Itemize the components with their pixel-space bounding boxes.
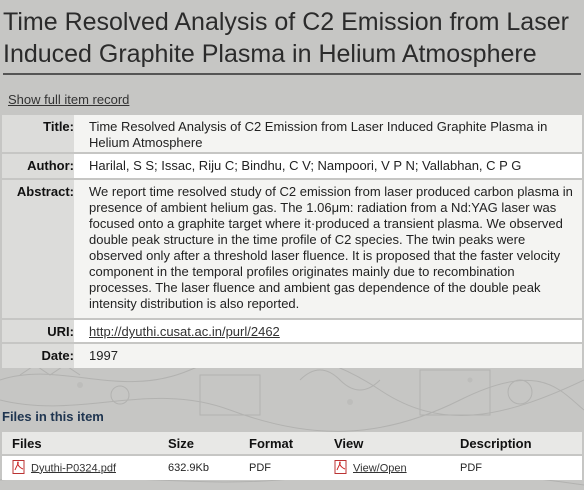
file-format: PDF bbox=[249, 462, 271, 474]
column-header-description: Description bbox=[460, 435, 532, 451]
metadata-row-title: Title: Time Resolved Analysis of C2 Emis… bbox=[2, 115, 582, 152]
files-table-header: Files Size Format View Description bbox=[2, 432, 582, 454]
title-divider bbox=[3, 73, 581, 75]
view-cell: View/Open bbox=[334, 459, 460, 477]
files-table: Files Size Format View Description Dyuth… bbox=[2, 432, 582, 480]
metadata-value: Time Resolved Analysis of C2 Emission fr… bbox=[89, 119, 548, 150]
metadata-row-abstract: Abstract: We report time resolved study … bbox=[2, 180, 582, 318]
metadata-label: Author: bbox=[2, 154, 74, 178]
metadata-table: Title: Time Resolved Analysis of C2 Emis… bbox=[2, 115, 582, 368]
column-header-view: View bbox=[334, 435, 364, 451]
column-header-size: Size bbox=[168, 435, 195, 451]
item-page: Time Resolved Analysis of C2 Emission fr… bbox=[0, 0, 584, 490]
metadata-label: Abstract: bbox=[2, 180, 74, 318]
file-description: PDF bbox=[460, 462, 482, 474]
column-header-files: Files bbox=[12, 435, 42, 451]
metadata-label: Date: bbox=[2, 344, 74, 368]
metadata-value: 1997 bbox=[89, 348, 118, 363]
column-header-format: Format bbox=[249, 435, 294, 451]
file-size: 632.9Kb bbox=[168, 462, 209, 474]
metadata-row-uri: URI: http://dyuthi.cusat.ac.in/purl/2462 bbox=[2, 320, 582, 342]
show-full-record-link[interactable]: Show full item record bbox=[8, 92, 129, 107]
files-heading: Files in this item bbox=[2, 409, 104, 424]
page-title: Time Resolved Analysis of C2 Emission fr… bbox=[3, 8, 569, 68]
metadata-value: http://dyuthi.cusat.ac.in/purl/2462 bbox=[89, 320, 582, 342]
table-row: Dyuthi-P0324.pdf 632.9Kb PDF View/Open P… bbox=[2, 456, 582, 480]
pdf-icon bbox=[12, 459, 26, 477]
metadata-label: URI: bbox=[2, 320, 74, 342]
uri-link[interactable]: http://dyuthi.cusat.ac.in/purl/2462 bbox=[89, 324, 280, 339]
metadata-row-date: Date: 1997 bbox=[2, 344, 582, 368]
metadata-label: Title: bbox=[2, 115, 74, 152]
file-cell: Dyuthi-P0324.pdf bbox=[2, 459, 168, 477]
file-link[interactable]: Dyuthi-P0324.pdf bbox=[31, 462, 116, 474]
metadata-row-author: Author: Harilal, S S; Issac, Riju C; Bin… bbox=[2, 154, 582, 178]
metadata-value: We report time resolved study of C2 emis… bbox=[89, 184, 573, 311]
view-open-link[interactable]: View/Open bbox=[353, 462, 407, 474]
pdf-icon bbox=[334, 459, 348, 477]
metadata-value: Harilal, S S; Issac, Riju C; Bindhu, C V… bbox=[89, 158, 522, 173]
